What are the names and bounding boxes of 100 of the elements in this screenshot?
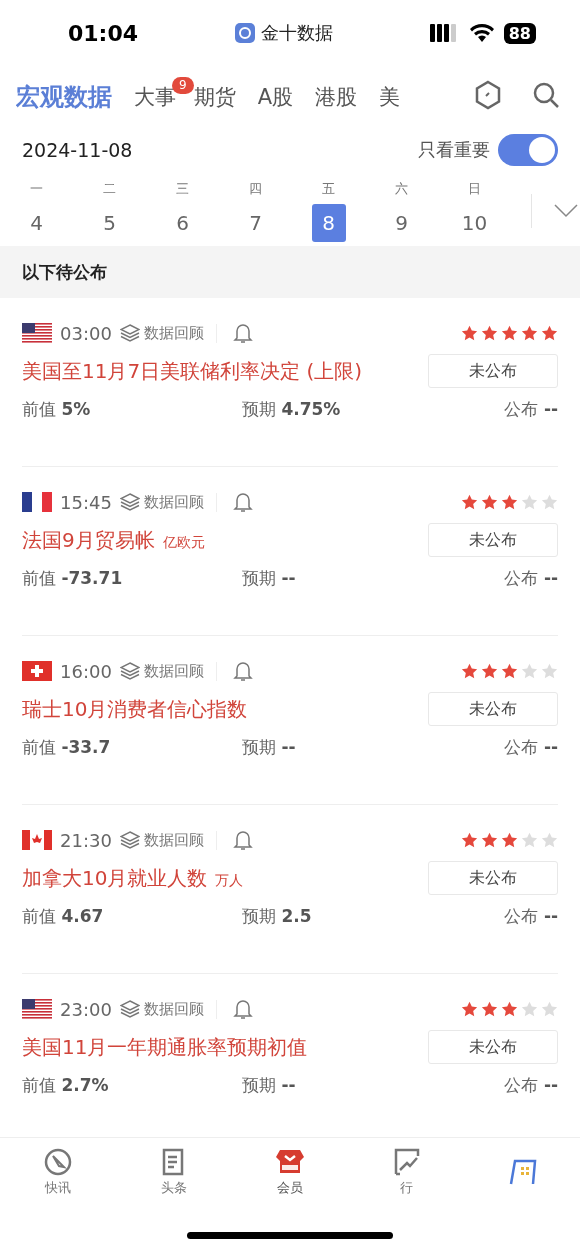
data-review-link[interactable]: 数据回顾: [143, 999, 204, 1019]
event-title[interactable]: 加拿大10月就业人数: [22, 865, 208, 890]
weekday-label: 二: [103, 180, 116, 198]
flag-icon: [22, 999, 52, 1019]
value-text: 公布 --: [504, 567, 558, 590]
star-icon: [481, 663, 498, 679]
star-icon: [541, 325, 558, 341]
layers-icon: [119, 662, 140, 680]
layers-icon: [119, 1000, 140, 1018]
nav-item[interactable]: 头条: [116, 1138, 232, 1205]
nav-item[interactable]: 会员: [232, 1138, 348, 1205]
wifi-icon: [469, 24, 494, 42]
day-button[interactable]: 6: [165, 204, 200, 242]
star-icon: [501, 325, 518, 341]
weekday-label: 日: [468, 180, 481, 198]
data-review-link[interactable]: 数据回顾: [143, 830, 204, 850]
event-time: 03:00: [60, 322, 112, 344]
flag-icon: [22, 661, 52, 681]
star-icon: [481, 325, 498, 341]
category-tab[interactable]: 期货: [193, 83, 236, 111]
data-review-link[interactable]: 数据回顾: [143, 492, 204, 512]
bell-icon[interactable]: [232, 660, 253, 682]
star-icon: [521, 832, 538, 848]
day-button[interactable]: 10: [457, 204, 492, 242]
compass-icon: [42, 1146, 74, 1177]
bell-icon[interactable]: [232, 829, 253, 851]
star-icon: [481, 832, 498, 848]
star-icon: [541, 494, 558, 510]
event-unit: 万人: [215, 871, 244, 888]
category-tab[interactable]: 港股: [315, 83, 357, 111]
data-review-link[interactable]: 数据回顾: [143, 323, 204, 343]
app-name: 金十数据: [260, 21, 333, 45]
event-time: 21:30: [60, 829, 112, 851]
search-icon[interactable]: [532, 81, 560, 109]
layers-icon: [119, 493, 140, 511]
data-review-link[interactable]: 数据回顾: [143, 661, 204, 681]
day-button[interactable]: 5: [92, 204, 127, 242]
event-unit: 亿欧元: [162, 533, 205, 550]
star-icon: [461, 832, 478, 848]
weekday-label: 三: [176, 180, 189, 198]
bell-icon[interactable]: [232, 322, 253, 344]
selected-date[interactable]: 2024-11-08: [22, 139, 133, 161]
weekday-label: 六: [395, 180, 408, 198]
layers-icon: [119, 831, 140, 849]
day-button[interactable]: 4: [19, 204, 54, 242]
star-icon: [541, 832, 558, 848]
important-switch[interactable]: [498, 134, 558, 166]
count-badge: 9: [172, 77, 194, 94]
layers-icon: [119, 324, 140, 342]
value-text: 前值 2.7%: [22, 1074, 110, 1097]
value-text: 预期 2.5: [242, 905, 313, 928]
event-time: 16:00: [60, 660, 112, 682]
category-tab[interactable]: 宏观数据: [16, 81, 112, 113]
day-button[interactable]: 7: [238, 204, 273, 242]
chevron-down-icon[interactable]: [554, 204, 578, 218]
status-button[interactable]: 未公布: [428, 1030, 558, 1064]
status-button[interactable]: 未公布: [428, 523, 558, 557]
value-text: 前值 5%: [22, 398, 92, 421]
bell-icon[interactable]: [232, 491, 253, 513]
star-icon: [481, 494, 498, 510]
weekday-label: 四: [249, 180, 262, 198]
star-icon: [501, 832, 518, 848]
event-title[interactable]: 美国11月一年期通胀率预期初值: [22, 1034, 308, 1059]
day-button[interactable]: 8: [311, 204, 346, 242]
event-title[interactable]: 法国9月贸易帐: [22, 527, 155, 552]
star-icon: [501, 663, 518, 679]
value-text: 前值 4.67: [22, 905, 105, 928]
flag-icon: [22, 323, 52, 343]
hexagon-icon[interactable]: [474, 80, 502, 110]
value-text: 公布 --: [504, 905, 558, 928]
star-icon: [541, 663, 558, 679]
nav-item[interactable]: 行: [348, 1138, 464, 1205]
status-button[interactable]: 未公布: [428, 354, 558, 388]
event-title[interactable]: 美国至11月7日美联储利率决定 (上限): [22, 358, 363, 383]
battery-level: 88: [503, 22, 536, 44]
event-time: 15:45: [60, 491, 112, 513]
value-text: 前值 -73.71: [22, 567, 124, 590]
flag-icon: [22, 492, 52, 512]
value-text: 前值 -33.7: [22, 736, 112, 759]
bell-icon[interactable]: [232, 998, 253, 1020]
star-icon: [501, 494, 518, 510]
star-icon: [541, 1001, 558, 1017]
nav-item[interactable]: 快讯: [0, 1138, 116, 1205]
section-title: 以下待公布: [0, 246, 580, 298]
star-icon: [461, 663, 478, 679]
star-icon: [461, 325, 478, 341]
value-text: 预期 --: [242, 736, 297, 759]
value-text: 预期 --: [242, 1074, 297, 1097]
star-icon: [521, 1001, 538, 1017]
category-tab[interactable]: A股: [257, 83, 293, 111]
clock-time: 01:04: [68, 20, 139, 46]
weekday-label: 五: [322, 180, 335, 198]
status-button[interactable]: 未公布: [428, 692, 558, 726]
value-text: 预期 --: [242, 567, 297, 590]
event-title[interactable]: 瑞士10月消费者信心指数: [22, 696, 248, 721]
app-logo-icon: [234, 23, 255, 43]
category-tab[interactable]: 美: [379, 83, 400, 111]
star-icon: [521, 494, 538, 510]
status-button[interactable]: 未公布: [428, 861, 558, 895]
day-button[interactable]: 9: [384, 204, 419, 242]
